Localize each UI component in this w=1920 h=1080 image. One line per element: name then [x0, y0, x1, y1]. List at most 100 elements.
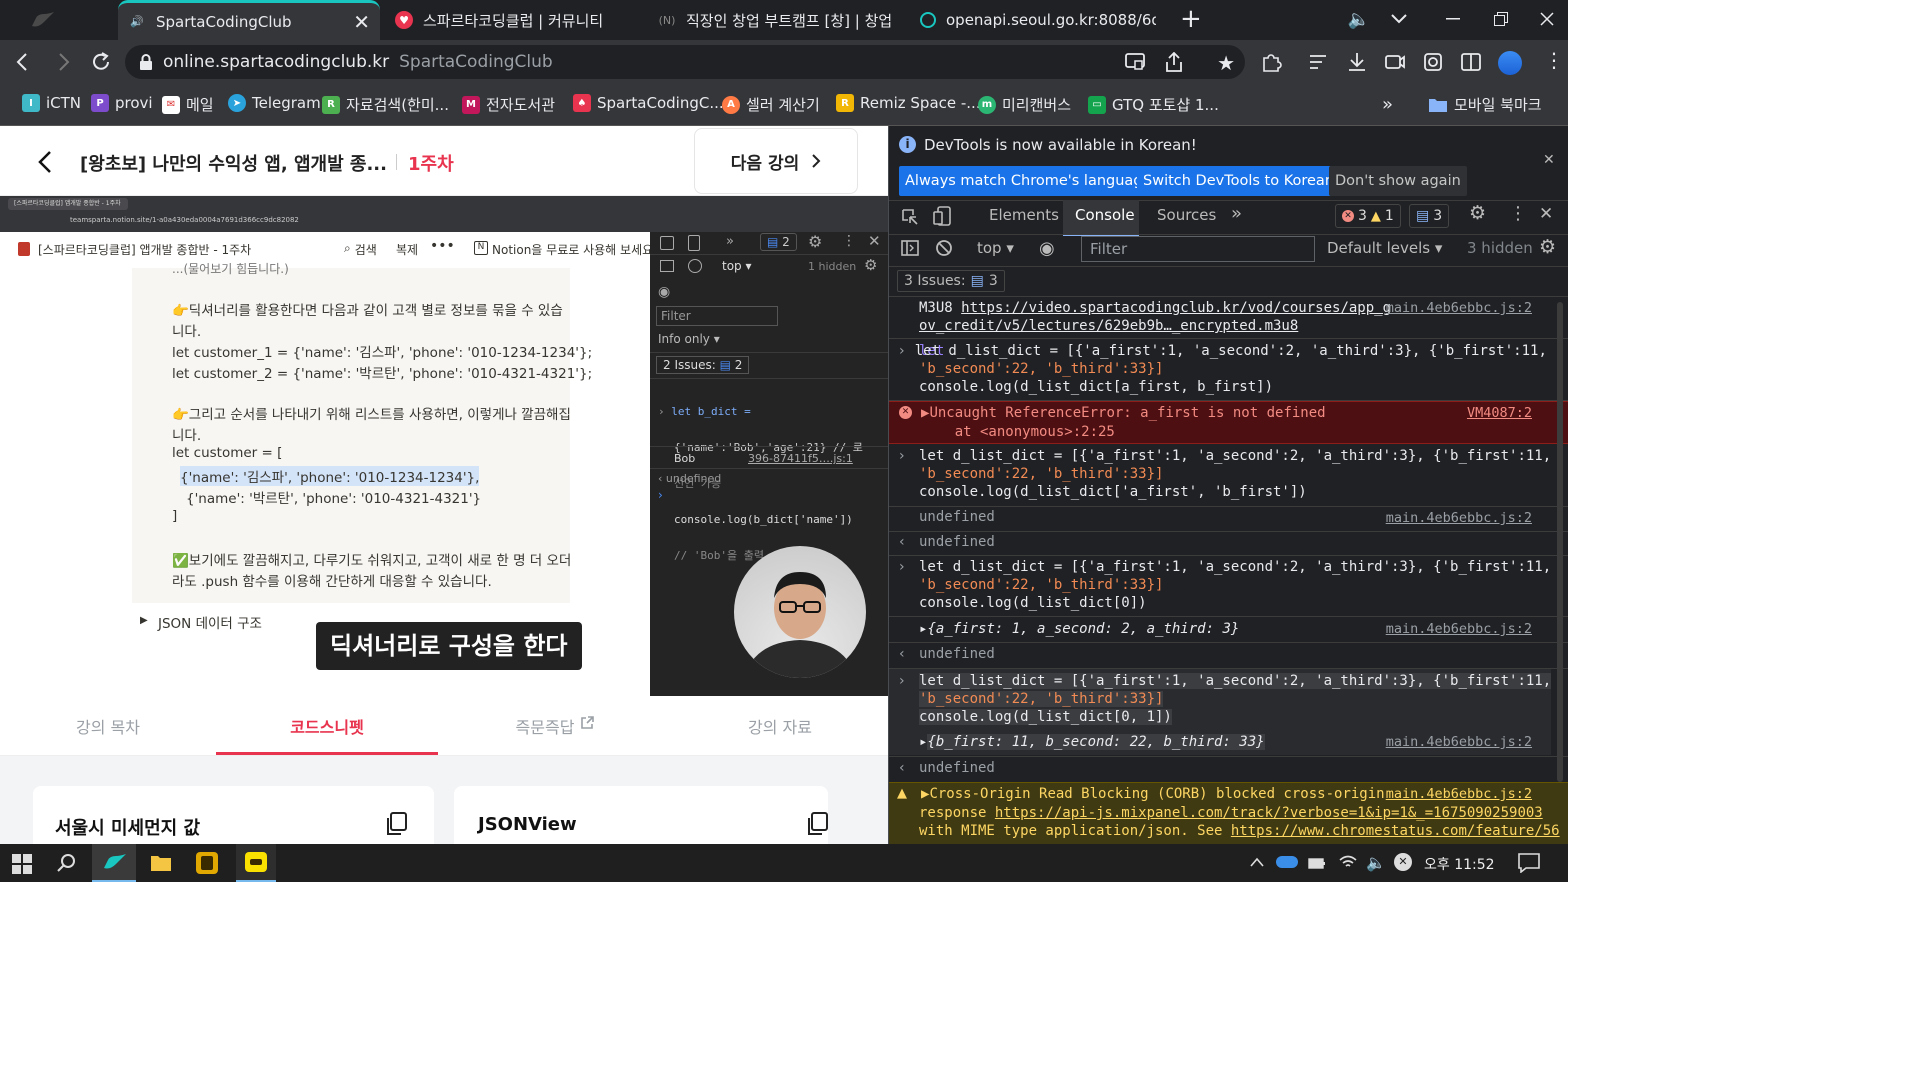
- onedrive-icon[interactable]: [1276, 856, 1298, 868]
- m3u8-link[interactable]: https://video.spartacodingclub.kr/vod/co…: [961, 300, 1391, 316]
- console-settings-icon[interactable]: ⚙: [1539, 236, 1556, 258]
- panel-tab-elements[interactable]: Elements: [989, 206, 1059, 224]
- share-icon[interactable]: [1165, 52, 1183, 72]
- back-icon[interactable]: [12, 51, 34, 73]
- dont-show-again-button[interactable]: Don't show again: [1329, 166, 1467, 196]
- inspect-element-icon[interactable]: [901, 208, 919, 226]
- device-toolbar-icon[interactable]: [933, 206, 953, 226]
- screen-record-icon[interactable]: [1384, 51, 1406, 73]
- tray-overflow-icon[interactable]: [1250, 857, 1264, 867]
- bookmark-gtq[interactable]: ▭ GTQ 포토샵 1...: [1088, 94, 1219, 115]
- back-arrow-icon[interactable]: [36, 150, 54, 174]
- sidebar-icon[interactable]: [1460, 51, 1482, 73]
- source-link[interactable]: main.4eb6ebbc.js:2: [1386, 621, 1532, 637]
- source-link[interactable]: main.4eb6ebbc.js:2: [1386, 510, 1532, 526]
- profile-avatar[interactable]: [1498, 51, 1522, 75]
- whale-browser-taskbar-icon[interactable]: [92, 844, 136, 882]
- tab-openapi[interactable]: openapi.seoul.go.kr:8088/6d4d7: [910, 0, 1168, 40]
- maximize-button[interactable]: [1478, 0, 1524, 38]
- tab-spartacodingclub[interactable]: 🔊 SpartaCodingClub ✕: [118, 0, 380, 40]
- console-sidebar-icon[interactable]: [901, 240, 919, 256]
- wifi-icon[interactable]: [1338, 854, 1358, 870]
- copy-icon[interactable]: [806, 812, 828, 836]
- notion-icon: N: [474, 241, 488, 255]
- bookmark-miricanvas[interactable]: m 미리캔버스: [978, 94, 1071, 115]
- bookmark-remiz[interactable]: R Remiz Space -...: [836, 94, 981, 112]
- tab-qna[interactable]: 즉문즉답: [438, 714, 672, 738]
- extensions-icon[interactable]: [1260, 51, 1282, 73]
- new-tab-button[interactable]: +: [1180, 6, 1204, 34]
- chromestatus-link[interactable]: https://www.chromestatus.com/feature/56: [1231, 823, 1560, 839]
- tab-bootcamp[interactable]: (N) 직장인 창업 부트캠프 [창] | 창업: [648, 0, 906, 40]
- bookmark-star-icon[interactable]: ★: [1217, 51, 1235, 75]
- close-tab-icon[interactable]: ✕: [353, 10, 370, 34]
- lock-icon[interactable]: [139, 54, 153, 70]
- panel-tab-console[interactable]: Console: [1063, 200, 1139, 236]
- console-filter-input[interactable]: Filter: [1081, 236, 1315, 262]
- settings-gear-icon[interactable]: ⚙: [1469, 202, 1486, 224]
- bookmark-seller[interactable]: A 셀러 계산기: [722, 94, 820, 115]
- log-levels-select[interactable]: Default levels ▾: [1327, 239, 1442, 257]
- cast-icon[interactable]: [1125, 53, 1145, 71]
- match-language-button[interactable]: Always match Chrome's language: [899, 166, 1158, 196]
- reading-list-icon[interactable]: [1308, 51, 1330, 73]
- bookmark-telegram[interactable]: ➤ Telegram: [228, 94, 321, 112]
- taskbar-clock[interactable]: 오후 11:52: [1424, 854, 1495, 874]
- search-icon[interactable]: [56, 853, 76, 873]
- bookmark-library[interactable]: M 전자도서관: [462, 94, 555, 115]
- object-preview[interactable]: ▸{a_first: 1, a_second: 2, a_third: 3}: [919, 621, 1239, 637]
- next-lecture-button[interactable]: 다음 강의: [694, 128, 858, 194]
- app-taskbar-icon[interactable]: [196, 852, 218, 874]
- lecture-video[interactable]: [스파르타코딩클럽] 앱개발 종합반 - 1주차 teamsparta.noti…: [0, 196, 888, 696]
- mute-status-icon[interactable]: ✕: [1394, 853, 1412, 871]
- more-panels-icon[interactable]: »: [1231, 203, 1242, 224]
- mobile-bookmarks[interactable]: 모바일 북마크: [1428, 94, 1542, 115]
- switch-korean-button[interactable]: Switch DevTools to Korean: [1137, 166, 1341, 196]
- bookmark-search[interactable]: R 자료검색(한미...: [322, 94, 449, 115]
- source-link[interactable]: main.4eb6ebbc.js:2: [1386, 786, 1532, 802]
- volume-icon[interactable]: 🔊: [128, 13, 146, 31]
- close-banner-icon[interactable]: ✕: [1543, 152, 1555, 168]
- file-explorer-icon[interactable]: [150, 854, 172, 872]
- volume-icon[interactable]: 🔈: [1366, 853, 1386, 872]
- download-icon[interactable]: [1346, 51, 1368, 73]
- menu-dots-icon[interactable]: ⋮: [1544, 50, 1566, 73]
- source-link[interactable]: main.4eb6ebbc.js:2: [1386, 300, 1532, 316]
- close-window-button[interactable]: [1524, 0, 1570, 38]
- source-link[interactable]: main.4eb6ebbc.js:2: [1386, 734, 1532, 750]
- battery-icon[interactable]: [1308, 856, 1326, 870]
- bookmark-sparta[interactable]: ♠ SpartaCodingC...: [573, 94, 724, 112]
- windows-start-icon[interactable]: [12, 854, 32, 874]
- notification-icon[interactable]: [1518, 853, 1540, 873]
- screenshot-icon[interactable]: [1422, 51, 1444, 73]
- close-devtools-icon[interactable]: ✕: [1539, 204, 1553, 224]
- reload-icon[interactable]: [90, 51, 112, 73]
- tab-community[interactable]: ♥ 스파르타코딩클럽 | 커뮤니티: [385, 0, 643, 40]
- customize-menu-icon[interactable]: ⋮: [1509, 203, 1527, 224]
- error-warning-counter[interactable]: ✕ 3 ▲ 1: [1335, 204, 1401, 228]
- bookmark-provi[interactable]: Pprovi: [91, 94, 153, 112]
- m3u8-link[interactable]: ov_credit/v5/lectures/629eb9b…_encrypted…: [919, 318, 1298, 334]
- context-selector[interactable]: top ▾: [977, 239, 1014, 257]
- object-preview[interactable]: ▸{b_first: 11, b_second: 22, b_third: 33…: [919, 734, 1265, 750]
- tab-lecture-toc[interactable]: 강의 목차: [0, 714, 216, 738]
- bookmark-ictn[interactable]: IiCTN: [22, 94, 81, 112]
- mixpanel-link[interactable]: https://api-js.mixpanel.com/track/?verbo…: [995, 805, 1543, 821]
- forward-icon[interactable]: [52, 51, 74, 73]
- message-counter[interactable]: ▤ 3: [1409, 204, 1450, 228]
- tab-lecture-materials[interactable]: 강의 자료: [672, 714, 888, 738]
- tab-search-chevron-icon[interactable]: [1376, 0, 1422, 38]
- more-bookmarks-icon[interactable]: »: [1382, 94, 1393, 115]
- bookmark-mail[interactable]: ✉ 메일: [162, 94, 214, 115]
- tab-code-snippet[interactable]: 코드스니펫: [216, 714, 438, 738]
- address-bar[interactable]: online.spartacodingclub.kr SpartaCodingC…: [125, 45, 1245, 79]
- source-link[interactable]: VM4087:2: [1467, 405, 1532, 421]
- live-expression-eye-icon[interactable]: ◉: [1039, 238, 1055, 259]
- panel-tab-sources[interactable]: Sources: [1157, 206, 1216, 224]
- copy-icon[interactable]: [385, 812, 407, 836]
- console-scrollbar[interactable]: [1557, 302, 1563, 782]
- issues-link[interactable]: 3 Issues: ▤ 3: [897, 270, 1005, 292]
- clear-console-icon[interactable]: [935, 239, 953, 257]
- minimize-button[interactable]: [1430, 0, 1476, 38]
- kakaotalk-taskbar-icon[interactable]: [236, 844, 276, 882]
